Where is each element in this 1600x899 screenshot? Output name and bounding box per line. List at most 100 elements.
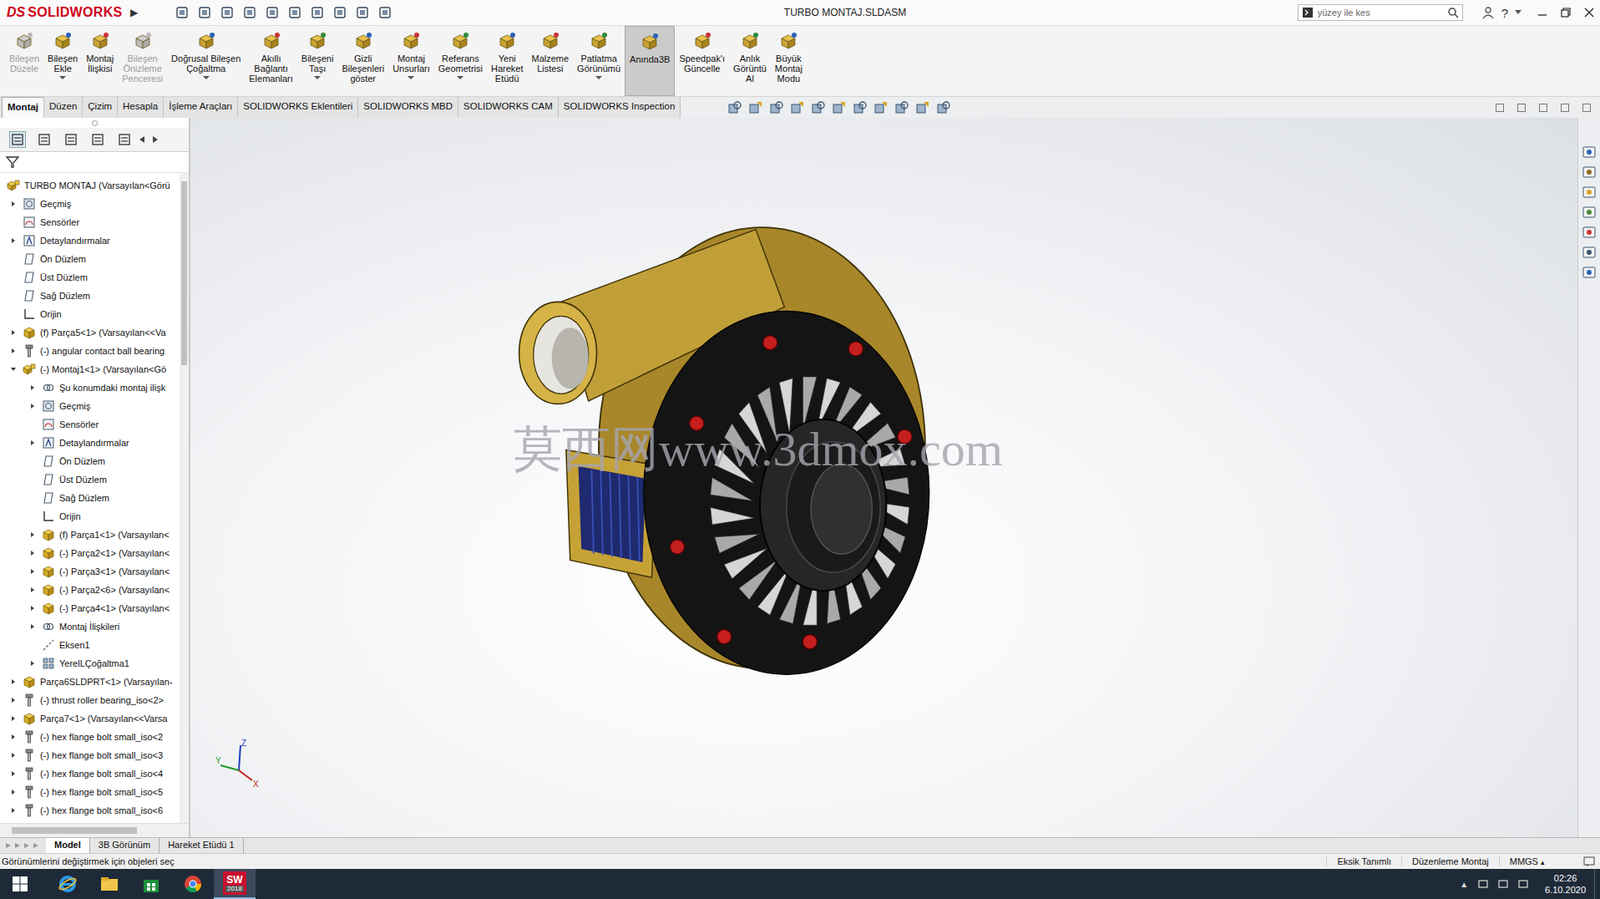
tree-item[interactable]: (-) hex flange bolt small_iso<2: [0, 727, 180, 746]
model-tab[interactable]: 3B Görünüm: [90, 837, 160, 853]
save-icon[interactable]: [242, 5, 258, 21]
tree-item[interactable]: Sağ Düzlem: [0, 488, 180, 507]
ribbon-button[interactable]: BileşeniTaşı: [297, 25, 339, 97]
tree-item[interactable]: Orijin: [0, 506, 180, 526]
feature-manager-icon[interactable]: [10, 131, 26, 147]
command-tab[interactable]: SOLIDWORKS Inspection: [558, 96, 682, 118]
ribbon-button[interactable]: Anında3B: [624, 25, 675, 97]
open-icon[interactable]: [219, 5, 235, 21]
close-icon[interactable]: [1583, 6, 1595, 19]
collapsed-arrow-icon[interactable]: [10, 200, 17, 208]
ribbon-button[interactable]: YeniHareketEtüdü: [486, 25, 528, 97]
file-explorer-icon[interactable]: [1581, 184, 1597, 200]
tree-item[interactable]: (-) hex flange bolt small_iso<3: [0, 745, 180, 765]
menu-arrow[interactable]: ▶: [130, 6, 138, 19]
collapsed-arrow-icon[interactable]: [10, 769, 17, 777]
tree-vertical-scrollbar[interactable]: [179, 172, 189, 823]
tree-item[interactable]: Parça6SLDPRT<1> (Varsayılan-: [0, 672, 180, 691]
apply-scene-icon[interactable]: [915, 100, 931, 116]
collapsed-arrow-icon[interactable]: [29, 659, 36, 667]
scrollbar-thumb[interactable]: [181, 181, 188, 365]
tree-item[interactable]: (-) Parça4<1> (Varsayılan<: [0, 598, 180, 618]
view-settings-icon[interactable]: [936, 100, 952, 116]
ribbon-button[interactable]: ReferansGeometrisi: [434, 25, 487, 97]
tile-left-icon[interactable]: [1494, 102, 1505, 113]
collapsed-arrow-icon[interactable]: [10, 788, 17, 795]
ribbon-button[interactable]: BüyükMontajModu: [770, 25, 807, 97]
forum-icon[interactable]: [1581, 264, 1597, 280]
ribbon-button[interactable]: PatlatmaGörünümü: [572, 25, 625, 97]
doc-restore-icon[interactable]: [1559, 102, 1570, 113]
minimize-icon[interactable]: [1536, 6, 1549, 19]
collapsed-arrow-icon[interactable]: [10, 733, 17, 740]
print-icon[interactable]: [264, 5, 280, 21]
dynamic-annotation-icon[interactable]: [810, 100, 826, 116]
appearances-icon[interactable]: [1581, 224, 1597, 240]
command-tab[interactable]: SOLIDWORKS MBD: [358, 96, 459, 118]
hide-show-icon[interactable]: [873, 100, 889, 116]
ribbon-button[interactable]: GizliBileşenlerigöster: [337, 25, 389, 97]
command-tab[interactable]: Çizim: [82, 96, 118, 118]
previous-view-icon[interactable]: [769, 100, 785, 116]
display-manager-icon[interactable]: [116, 131, 132, 147]
command-tab[interactable]: SOLIDWORKS CAM: [458, 96, 559, 118]
first-icon[interactable]: [5, 841, 12, 849]
tree-item[interactable]: (-) Parça3<1> (Varsayılan<: [0, 562, 180, 581]
tooltip-icon[interactable]: [1583, 855, 1595, 867]
zoom-area-icon[interactable]: [748, 100, 764, 116]
volume-icon[interactable]: [1516, 876, 1530, 891]
tree-item[interactable]: (-) Parça2<6> (Varsayılan<: [0, 580, 180, 599]
ribbon-button[interactable]: AkıllıBağlantıElemanları: [244, 25, 298, 97]
doc-close-icon[interactable]: [1581, 102, 1592, 113]
dropdown-arrow-icon[interactable]: [595, 75, 603, 81]
dropdown-arrow-icon[interactable]: [202, 75, 210, 81]
windows-start-icon[interactable]: [11, 875, 29, 892]
command-tab[interactable]: Montaj: [1, 96, 45, 118]
filter-icon[interactable]: [5, 154, 21, 170]
ribbon-button[interactable]: BileşenEkle: [43, 25, 82, 97]
model-tab[interactable]: Hareket Etüdü 1: [159, 837, 244, 853]
collapsed-arrow-icon[interactable]: [29, 604, 36, 612]
tree-item[interactable]: (-) hex flange bolt small_iso<5: [0, 782, 180, 801]
tree-item[interactable]: (f) Parça5<1> (Varsayılan<<Va: [0, 323, 180, 342]
tree-item[interactable]: Geçmiş: [0, 396, 180, 416]
tree-item[interactable]: YerelLÇoğaltma1: [0, 653, 180, 673]
search-commands-field[interactable]: yüzey ile kes: [1297, 4, 1464, 21]
command-tab[interactable]: SOLIDWORKS Eklentileri: [237, 96, 359, 118]
rebuild-icon[interactable]: [332, 5, 348, 21]
custom-properties-icon[interactable]: [1581, 244, 1597, 260]
command-tab[interactable]: Düzen: [44, 96, 83, 118]
tree-item[interactable]: Detaylandırmalar: [0, 231, 180, 250]
tree-item[interactable]: Sensörler: [0, 415, 180, 434]
dropdown-arrow-icon[interactable]: [456, 75, 464, 81]
ribbon-button[interactable]: Doğrusal BileşenÇoğaltma: [167, 25, 245, 97]
show-hidden-icons[interactable]: ▲: [1459, 879, 1469, 889]
sync-icon[interactable]: [1496, 876, 1510, 891]
next-icon[interactable]: [23, 841, 31, 849]
collapsed-arrow-icon[interactable]: [10, 678, 17, 685]
tree-item[interactable]: Ön Düzlem: [0, 249, 180, 269]
help-button[interactable]: ?: [1501, 5, 1509, 21]
magnifier-icon[interactable]: [1447, 6, 1459, 19]
panel-collapse-handle[interactable]: [0, 117, 189, 128]
ribbon-button[interactable]: BileşenÖnizlemePenceresi: [117, 25, 168, 97]
tree-item[interactable]: Eksen1: [0, 635, 180, 654]
tree-item[interactable]: Montaj İlişkileri: [0, 617, 180, 636]
collapsed-arrow-icon[interactable]: [29, 439, 36, 446]
new-document-icon[interactable]: [197, 5, 213, 21]
file-explorer-taskbar-button[interactable]: [88, 868, 131, 899]
options-icon[interactable]: [377, 5, 393, 21]
collapsed-arrow-icon[interactable]: [10, 347, 17, 355]
collapsed-arrow-icon[interactable]: [29, 402, 36, 410]
display-style-icon[interactable]: [852, 100, 868, 116]
network-icon[interactable]: [1476, 876, 1490, 891]
undo-icon[interactable]: [287, 5, 303, 21]
tile-right-icon[interactable]: [1516, 102, 1527, 113]
view-palette-icon[interactable]: [1581, 204, 1597, 220]
dropdown-arrow-icon[interactable]: [313, 75, 321, 81]
solidworks-resources-icon[interactable]: [1581, 144, 1597, 160]
design-library-icon[interactable]: [1581, 164, 1597, 180]
ribbon-button[interactable]: Speedpak'ıGüncelle: [674, 25, 730, 97]
scrollbar-thumb[interactable]: [11, 826, 137, 834]
file-properties-icon[interactable]: [354, 5, 370, 21]
